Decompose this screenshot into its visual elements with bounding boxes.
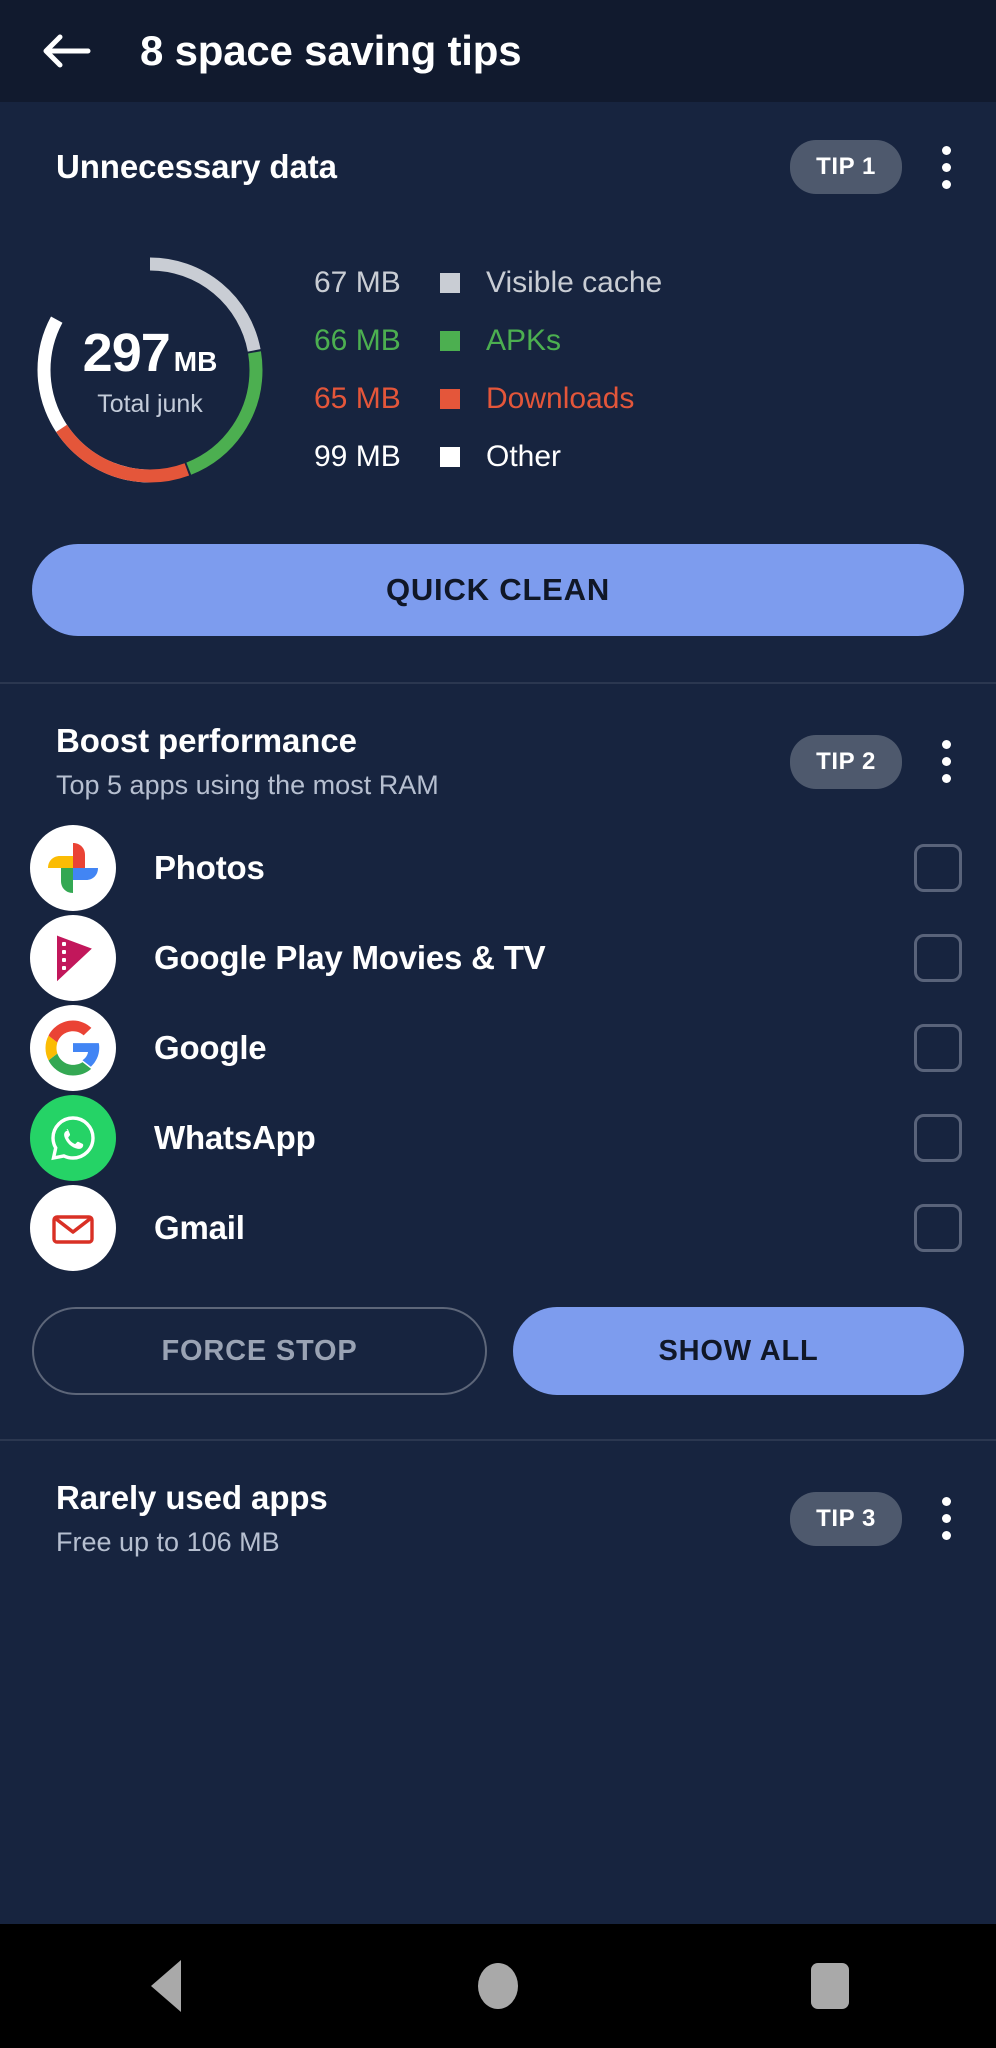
card-subtitle: Top 5 apps using the most RAM (56, 770, 439, 800)
whatsapp-icon (30, 1095, 116, 1181)
legend-size: 67 MB (314, 266, 401, 299)
app-row-gmail[interactable]: Gmail (0, 1183, 996, 1273)
quick-clean-row: QUICK CLEAN (0, 488, 996, 682)
donut-chart: 297 MB Total junk (32, 252, 268, 488)
app-name: Gmail (154, 1209, 245, 1246)
legend-item: 66 MB APKs (314, 312, 996, 370)
google-icon (30, 1005, 116, 1091)
donut-chart-wrapper: 297 MB Total junk (0, 252, 300, 488)
legend-size: 66 MB (314, 324, 401, 357)
legend-label: Other (486, 440, 562, 473)
card-boost-performance: Boost performance Top 5 apps using the m… (0, 684, 996, 1439)
google-play-movies-icon (30, 915, 116, 1001)
donut-center-label: 297 MB Total junk (32, 252, 268, 488)
junk-legend: 67 MB Visible cache 66 MB APKs 65 MB Dow… (300, 254, 996, 486)
legend-item: 65 MB Downloads (314, 370, 996, 428)
card-header: Rarely used apps Free up to 106 MB TIP 3 (0, 1441, 996, 1558)
card-title: Unnecessary data (56, 148, 337, 185)
app-name: Google Play Movies & TV (154, 939, 546, 976)
tip-badge[interactable]: TIP 2 (790, 734, 902, 789)
kebab-menu-icon[interactable] (924, 736, 968, 788)
app-row-google[interactable]: Google (0, 1003, 996, 1093)
junk-summary: 297 MB Total junk 67 MB Visible cache 66… (0, 194, 996, 488)
app-bar: 8 space saving tips (0, 0, 996, 102)
legend-color-chip (440, 447, 460, 467)
card-subtitle: Free up to 106 MB (56, 1527, 280, 1557)
app-checkbox[interactable] (914, 1024, 962, 1072)
app-name: Google (154, 1029, 267, 1066)
legend-label: Visible cache (486, 266, 663, 299)
card-unnecessary-data: Unnecessary data TIP 1 297 MB Total junk… (0, 102, 996, 682)
app-checkbox[interactable] (914, 844, 962, 892)
nav-back-icon[interactable] (106, 1946, 226, 2026)
legend-size: 99 MB (314, 440, 401, 473)
app-checkbox[interactable] (914, 934, 962, 982)
legend-size: 65 MB (314, 382, 401, 415)
legend-label: Downloads (486, 382, 635, 415)
card-header: Unnecessary data TIP 1 (0, 102, 996, 194)
tip-badge[interactable]: TIP 1 (790, 140, 902, 194)
card-title: Boost performance (56, 722, 357, 759)
app-row-whatsapp[interactable]: WhatsApp (0, 1093, 996, 1183)
app-name: Photos (154, 849, 265, 886)
boost-actions: FORCE STOP SHOW ALL (0, 1273, 996, 1439)
force-stop-button[interactable]: FORCE STOP (32, 1307, 487, 1395)
page-title: 8 space saving tips (140, 27, 522, 74)
app-row-photos[interactable]: Photos (0, 823, 996, 913)
android-navigation-bar (0, 1924, 996, 2048)
app-row-google-play-movies[interactable]: Google Play Movies & TV (0, 913, 996, 1003)
app-name: WhatsApp (154, 1119, 316, 1156)
nav-recents-icon[interactable] (770, 1946, 890, 2026)
total-junk-unit: MB (173, 345, 218, 377)
app-list: Photos Google Play Movies & TV Google Wh… (0, 801, 996, 1273)
legend-item: 99 MB Other (314, 428, 996, 486)
app-checkbox[interactable] (914, 1204, 962, 1252)
back-arrow-icon[interactable] (38, 23, 94, 79)
legend-color-chip (440, 389, 460, 409)
total-junk-value: 297 (82, 322, 171, 383)
phone-screen: 8 space saving tips Unnecessary data TIP… (0, 0, 996, 2048)
quick-clean-button[interactable]: QUICK CLEAN (32, 544, 964, 636)
google-photos-icon (30, 825, 116, 911)
kebab-menu-icon[interactable] (924, 141, 968, 193)
card-header: Boost performance Top 5 apps using the m… (0, 684, 996, 801)
app-checkbox[interactable] (914, 1114, 962, 1162)
tip-badge[interactable]: TIP 3 (790, 1491, 902, 1546)
total-junk-label: Total junk (97, 389, 203, 418)
card-title: Rarely used apps (56, 1479, 328, 1516)
legend-color-chip (440, 273, 460, 293)
card-rarely-used-apps: Rarely used apps Free up to 106 MB TIP 3 (0, 1441, 996, 1558)
legend-item: 67 MB Visible cache (314, 254, 996, 312)
legend-label: APKs (486, 324, 562, 357)
gmail-icon (30, 1185, 116, 1271)
legend-color-chip (440, 331, 460, 351)
scroll-content[interactable]: Unnecessary data TIP 1 297 MB Total junk… (0, 102, 996, 1924)
nav-home-icon[interactable] (438, 1946, 558, 2026)
show-all-button[interactable]: SHOW ALL (513, 1307, 964, 1395)
kebab-menu-icon[interactable] (924, 1493, 968, 1545)
